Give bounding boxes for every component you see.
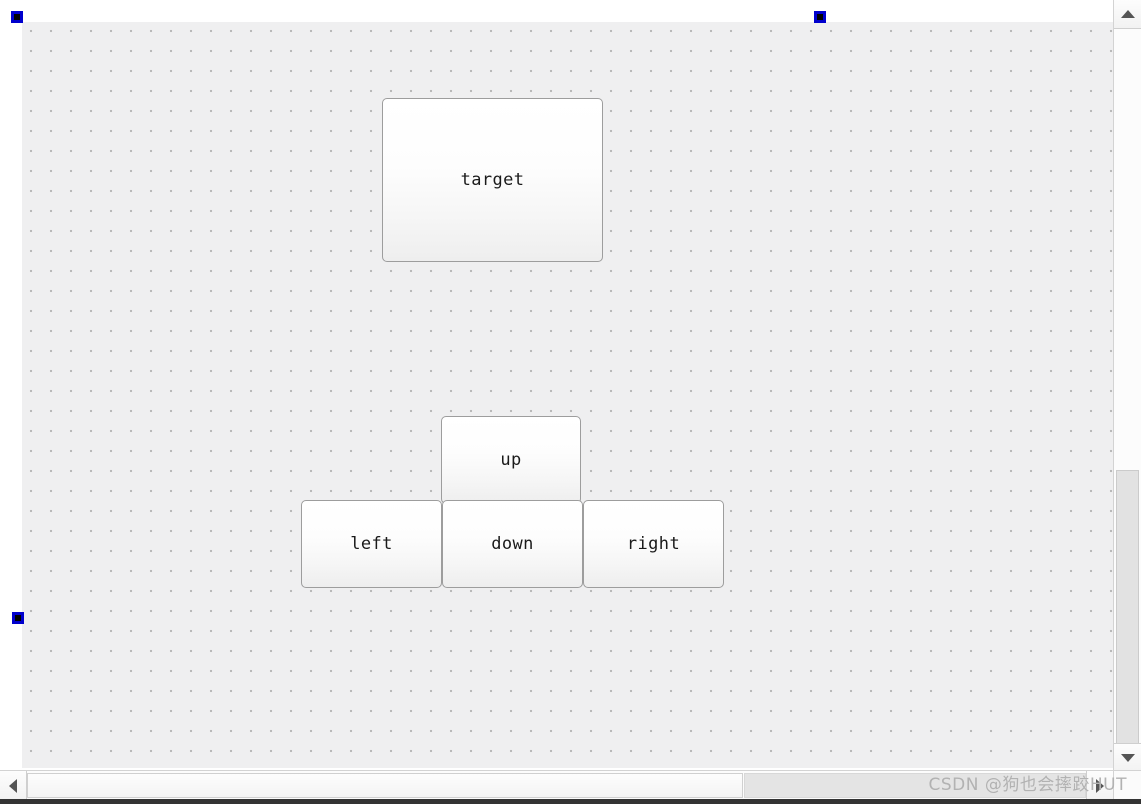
widget-down-button[interactable]: down (442, 500, 583, 588)
scrollbar-corner (1113, 770, 1141, 800)
design-canvas[interactable]: target up left down right (22, 22, 1113, 768)
triangle-right-icon (1096, 778, 1104, 793)
widget-down-label: down (491, 534, 534, 554)
triangle-up-icon (1120, 10, 1135, 18)
vertical-scrollbar[interactable] (1113, 0, 1141, 772)
widget-target-label: target (460, 170, 525, 190)
vertical-scroll-track[interactable] (1114, 29, 1141, 746)
selection-handle-bottom-left[interactable] (12, 612, 24, 624)
widget-target-button[interactable]: target (382, 98, 603, 262)
scroll-up-button[interactable] (1114, 0, 1141, 29)
horizontal-scrollbar[interactable] (0, 770, 1113, 800)
scroll-down-button[interactable] (1114, 743, 1141, 772)
horizontal-scroll-thumb[interactable] (27, 773, 743, 798)
scroll-left-button[interactable] (0, 771, 27, 800)
widget-up-button[interactable]: up (441, 416, 581, 504)
widget-left-label: left (350, 534, 393, 554)
selection-handle-top-left[interactable] (11, 11, 23, 23)
triangle-down-icon (1120, 754, 1135, 762)
window-bottom-bar (0, 799, 1141, 804)
horizontal-scroll-track[interactable] (27, 771, 1086, 800)
triangle-left-icon (9, 778, 17, 793)
widget-right-label: right (626, 534, 681, 554)
widget-left-button[interactable]: left (301, 500, 442, 588)
horizontal-scroll-remainder[interactable] (744, 773, 1086, 798)
application-window: target up left down right CSDN @狗也会摔跤HUT (0, 0, 1141, 804)
vertical-scroll-thumb[interactable] (1116, 470, 1139, 746)
widget-up-label: up (500, 450, 522, 470)
scroll-right-button[interactable] (1086, 771, 1113, 800)
selection-handle-top-right[interactable] (814, 11, 826, 23)
widget-right-button[interactable]: right (583, 500, 724, 588)
